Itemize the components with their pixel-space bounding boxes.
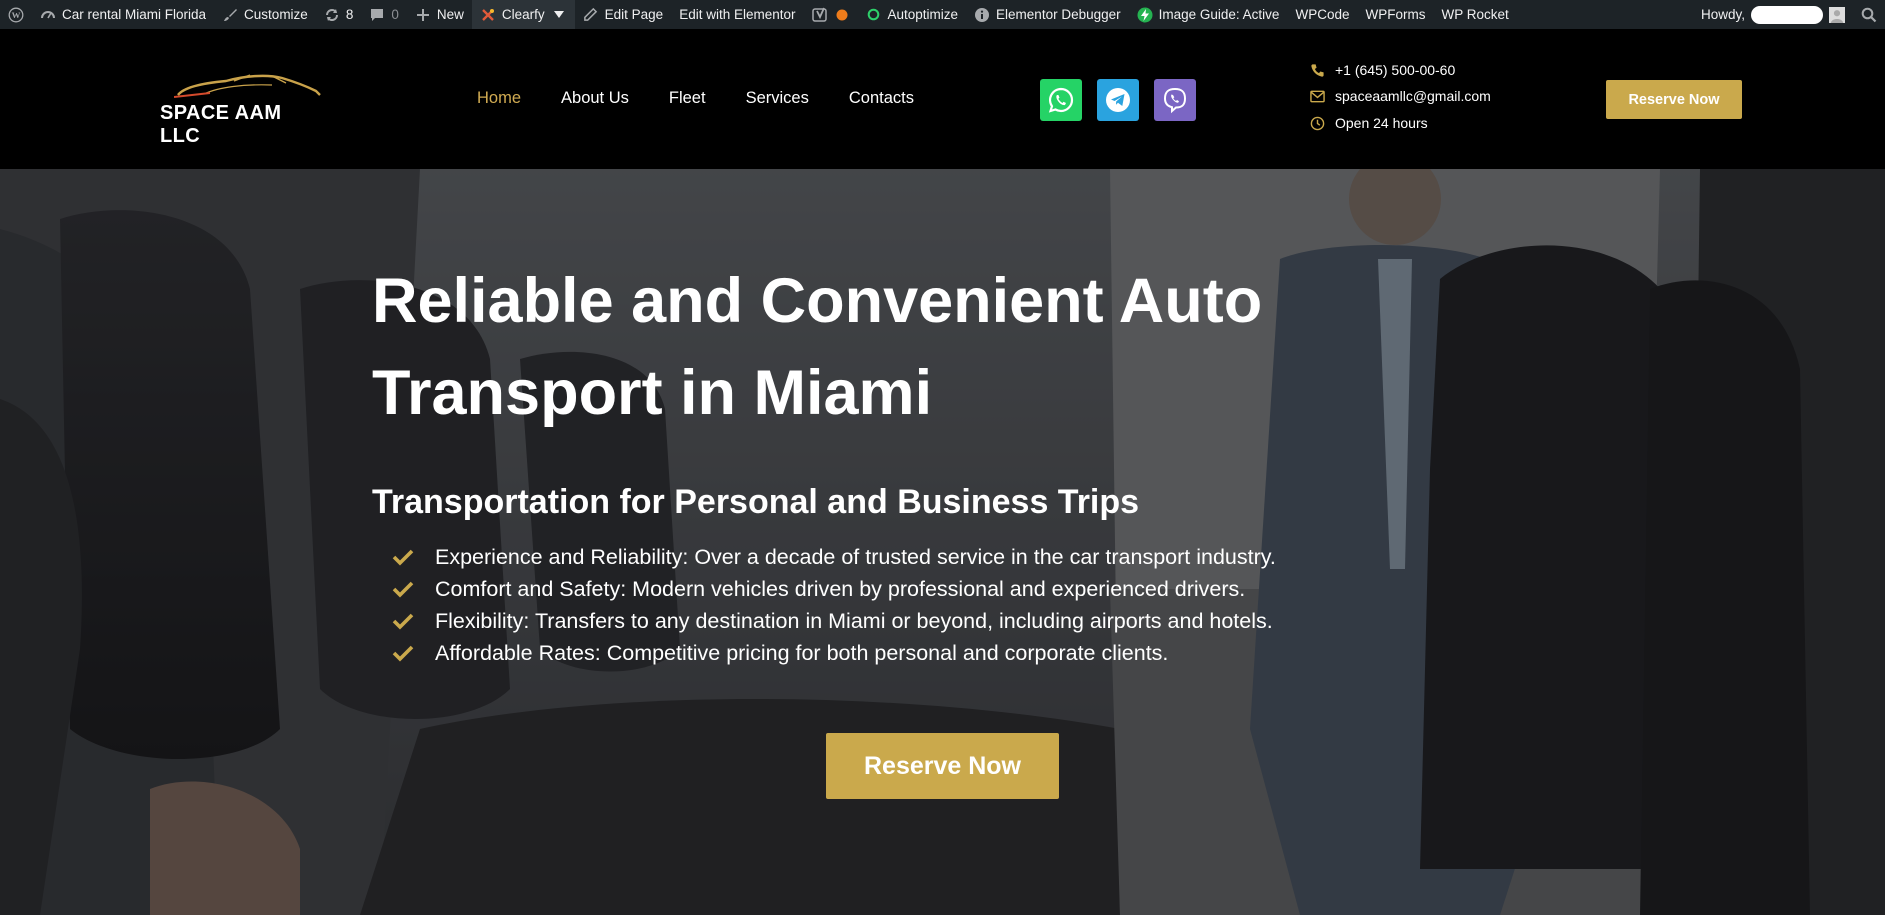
logo-text: SPACE AAM LLC: [160, 102, 282, 147]
site-logo[interactable]: SPACE AAM LLC: [160, 73, 326, 147]
checkmark-icon: [392, 612, 416, 630]
wp-rocket-menu[interactable]: WP Rocket: [1433, 0, 1516, 29]
avatar: [1829, 6, 1845, 23]
wpcode-label: WPCode: [1295, 7, 1350, 22]
edit-page-link[interactable]: Edit Page: [575, 0, 672, 29]
features-list: Experience and Reliability: Over a decad…: [392, 541, 1276, 669]
whatsapp-button[interactable]: [1040, 79, 1082, 121]
checkmark-icon: [392, 548, 416, 566]
site-name-label: Car rental Miami Florida: [62, 7, 207, 22]
yoast-seo-menu[interactable]: [804, 0, 858, 29]
new-label: New: [436, 7, 464, 22]
list-item: Flexibility: Transfers to any destinatio…: [392, 605, 1276, 637]
edit-with-elementor-link[interactable]: Edit with Elementor: [671, 0, 803, 29]
hero-title: Reliable and Convenient Auto Transport i…: [372, 266, 1263, 428]
nav-item-fleet[interactable]: Fleet: [669, 89, 706, 108]
header-reserve-button[interactable]: Reserve Now: [1606, 80, 1742, 119]
user-account-menu[interactable]: Howdy,: [1693, 0, 1853, 29]
pencil-icon: [583, 7, 599, 23]
dashboard-icon: [40, 7, 56, 23]
autoptimize-label: Autoptimize: [887, 7, 959, 22]
clearfy-label: Clearfy: [501, 7, 545, 22]
svg-text:W: W: [12, 10, 21, 20]
clearfy-menu[interactable]: Clearfy: [471, 0, 575, 29]
brush-icon: [222, 7, 238, 23]
search-icon: [1861, 7, 1877, 23]
feature-text: Experience and Reliability: Over a decad…: [435, 544, 1276, 569]
phone-icon: [1311, 63, 1324, 77]
viber-button[interactable]: [1154, 79, 1196, 121]
customize-link[interactable]: Customize: [214, 0, 316, 29]
feature-text: Comfort and Safety: Modern vehicles driv…: [435, 576, 1246, 601]
whatsapp-icon: [1048, 87, 1074, 113]
customize-label: Customize: [244, 7, 308, 22]
feature-text: Affordable Rates: Competitive pricing fo…: [435, 640, 1169, 665]
image-guide-label: Image Guide: Active: [1158, 7, 1280, 22]
adminbar-search-button[interactable]: [1853, 0, 1885, 29]
elementor-debugger-menu[interactable]: Elementor Debugger: [966, 0, 1129, 29]
checkmark-icon: [392, 580, 416, 598]
autoptimize-menu[interactable]: Autoptimize: [858, 0, 967, 29]
yoast-icon: [811, 7, 828, 23]
list-item: Affordable Rates: Competitive pricing fo…: [392, 637, 1276, 669]
car-silhouette-logo-icon: [174, 74, 321, 98]
nav-item-services[interactable]: Services: [746, 89, 809, 108]
caret-down-icon: [551, 7, 567, 23]
main-navigation: Home About Us Fleet Services Contacts: [477, 89, 954, 108]
wp-rocket-label: WP Rocket: [1441, 7, 1509, 22]
lightning-icon: [1137, 7, 1153, 23]
contact-email[interactable]: spaceaamllc@gmail.com: [1310, 88, 1491, 104]
comment-icon: [369, 7, 385, 23]
list-item: Comfort and Safety: Modern vehicles driv…: [392, 573, 1276, 605]
site-header: SPACE AAM LLC Home About Us Fleet Servic…: [0, 29, 1885, 169]
envelope-icon: [1310, 90, 1325, 102]
hero-subtitle: Transportation for Personal and Business…: [372, 483, 1140, 521]
wpforms-menu[interactable]: WPForms: [1357, 0, 1433, 29]
phone-number: +1 (645) 500-00-60: [1335, 62, 1456, 78]
hero-reserve-button[interactable]: Reserve Now: [826, 733, 1059, 799]
new-content-link[interactable]: New: [407, 0, 472, 29]
telegram-button[interactable]: [1097, 79, 1139, 121]
email-address: spaceaamllc@gmail.com: [1335, 88, 1491, 104]
elementor-debugger-label: Elementor Debugger: [996, 7, 1121, 22]
contact-phone[interactable]: +1 (645) 500-00-60: [1310, 62, 1455, 78]
updates-link[interactable]: 8: [316, 0, 362, 29]
viber-icon: [1163, 87, 1187, 114]
wordpress-logo-button[interactable]: W: [0, 0, 32, 29]
telegram-icon: [1106, 88, 1130, 112]
wpcode-menu[interactable]: WPCode: [1287, 0, 1357, 29]
seo-status-dot-icon: [834, 7, 850, 23]
updates-count: 8: [345, 7, 354, 22]
list-item: Experience and Reliability: Over a decad…: [392, 541, 1276, 573]
redacted-username: [1751, 5, 1823, 24]
site-name-link[interactable]: Car rental Miami Florida: [32, 0, 214, 29]
nav-item-about-us[interactable]: About Us: [561, 89, 629, 108]
comments-count: 0: [391, 7, 399, 22]
hero-section: Reliable and Convenient Auto Transport i…: [0, 169, 1885, 915]
checkmark-icon: [392, 644, 416, 662]
nav-item-contacts[interactable]: Contacts: [849, 89, 914, 108]
edit-page-label: Edit Page: [604, 7, 664, 22]
opening-hours: Open 24 hours: [1335, 115, 1428, 131]
wp-admin-bar: W Car rental Miami Florida Customize 8 0…: [0, 0, 1885, 29]
feature-text: Flexibility: Transfers to any destinatio…: [435, 608, 1273, 633]
edit-elementor-label: Edit with Elementor: [679, 7, 796, 22]
comments-link[interactable]: 0: [361, 0, 407, 29]
clearfy-icon: [480, 7, 496, 23]
nav-item-home[interactable]: Home: [477, 89, 521, 108]
wpforms-label: WPForms: [1365, 7, 1426, 22]
howdy-label: Howdy,: [1700, 7, 1745, 22]
info-icon: [974, 7, 990, 23]
autoptimize-status-icon: [866, 7, 882, 23]
refresh-icon: [324, 7, 340, 23]
clock-icon: [1310, 116, 1325, 130]
wordpress-icon: W: [8, 7, 24, 23]
contact-hours: Open 24 hours: [1310, 115, 1428, 131]
image-guide-menu[interactable]: Image Guide: Active: [1129, 0, 1288, 29]
plus-icon: [415, 7, 431, 23]
